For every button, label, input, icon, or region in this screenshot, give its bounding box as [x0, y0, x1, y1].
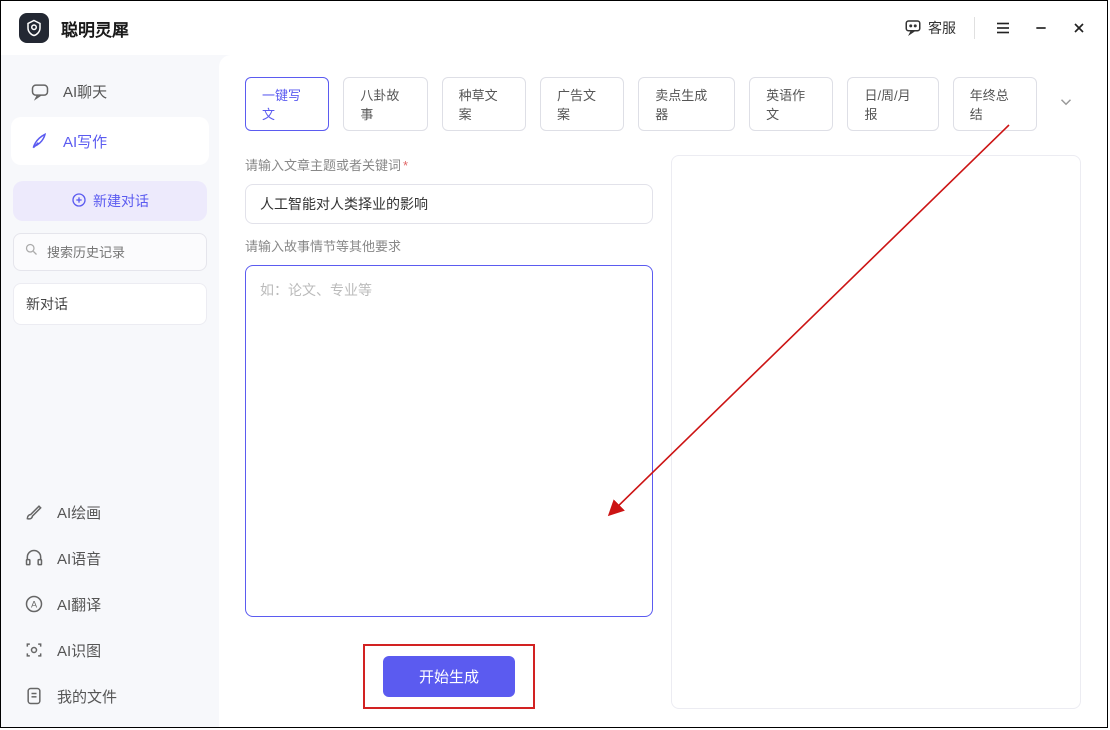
chat-icon [29, 81, 51, 101]
title-bar: 聪明灵犀 客服 [1, 1, 1107, 55]
session-item[interactable]: 新对话 [13, 283, 207, 325]
new-chat-button[interactable]: 新建对话 [13, 181, 207, 221]
session-label: 新对话 [26, 296, 68, 312]
required-star: * [403, 158, 408, 173]
headphones-icon [23, 548, 45, 568]
quill-icon [29, 131, 51, 151]
brush-icon [23, 502, 45, 522]
sidebar-item-ai-writing[interactable]: AI写作 [11, 117, 209, 165]
sidebar-item-label: AI绘画 [57, 502, 101, 523]
sidebar-item-ai-translate[interactable]: A AI翻译 [1, 581, 219, 627]
output-panel [671, 155, 1081, 709]
close-button[interactable] [1069, 18, 1089, 38]
sidebar-item-label: AI翻译 [57, 594, 101, 615]
sidebar-item-label: AI识图 [57, 640, 101, 661]
tab-year-summary[interactable]: 年终总结 [953, 77, 1037, 131]
tab-selling-point[interactable]: 卖点生成器 [638, 77, 735, 131]
tab-one-click-write[interactable]: 一键写文 [245, 77, 329, 131]
tab-ad-copy[interactable]: 广告文案 [540, 77, 624, 131]
app-logo [19, 13, 49, 43]
plus-circle-icon [71, 192, 87, 211]
app-title: 聪明灵犀 [61, 16, 129, 41]
topic-label: 请输入文章主题或者关键词* [245, 155, 653, 174]
sidebar-item-my-files[interactable]: 我的文件 [1, 673, 219, 719]
menu-button[interactable] [993, 18, 1013, 38]
sidebar-item-ai-voice[interactable]: AI语音 [1, 535, 219, 581]
sidebar-item-label: AI聊天 [63, 81, 107, 102]
divider [974, 17, 975, 39]
sidebar-item-ai-draw[interactable]: AI绘画 [1, 489, 219, 535]
main-panel: 一键写文 八卦故事 种草文案 广告文案 卖点生成器 英语作文 日/周/月报 年终… [219, 55, 1107, 727]
tab-seeding-copy[interactable]: 种草文案 [442, 77, 526, 131]
search-icon [24, 242, 39, 262]
customer-service-button[interactable]: 客服 [904, 18, 956, 39]
file-icon [23, 686, 45, 706]
details-label: 请输入故事情节等其他要求 [245, 236, 653, 255]
new-chat-label: 新建对话 [93, 191, 149, 211]
details-textarea[interactable] [245, 265, 653, 617]
minimize-button[interactable] [1031, 18, 1051, 38]
sidebar-item-ai-image-rec[interactable]: AI识图 [1, 627, 219, 673]
sidebar: AI聊天 AI写作 新建对话 新对话 [1, 55, 219, 727]
tab-gossip-story[interactable]: 八卦故事 [343, 77, 427, 131]
search-history-box[interactable] [13, 233, 207, 271]
customer-service-label: 客服 [928, 18, 956, 38]
image-scan-icon [23, 640, 45, 660]
sidebar-item-label: 我的文件 [57, 686, 117, 707]
tab-report[interactable]: 日/周/月报 [847, 77, 938, 131]
sidebar-item-label: AI写作 [63, 131, 107, 152]
search-input[interactable] [47, 245, 223, 260]
generate-button[interactable]: 开始生成 [383, 656, 515, 697]
expand-tabs-button[interactable] [1051, 87, 1081, 122]
svg-text:A: A [31, 599, 38, 609]
input-column: 请输入文章主题或者关键词* 请输入故事情节等其他要求 开始生成 [245, 155, 653, 709]
tab-english-essay[interactable]: 英语作文 [749, 77, 833, 131]
translate-icon: A [23, 594, 45, 614]
annotation-highlight-box: 开始生成 [363, 644, 535, 709]
chat-bubble-icon [904, 18, 922, 39]
sidebar-item-ai-chat[interactable]: AI聊天 [11, 67, 209, 115]
topic-input[interactable] [245, 184, 653, 224]
sidebar-item-label: AI语音 [57, 548, 101, 569]
category-tabs: 一键写文 八卦故事 种草文案 广告文案 卖点生成器 英语作文 日/周/月报 年终… [245, 77, 1081, 131]
